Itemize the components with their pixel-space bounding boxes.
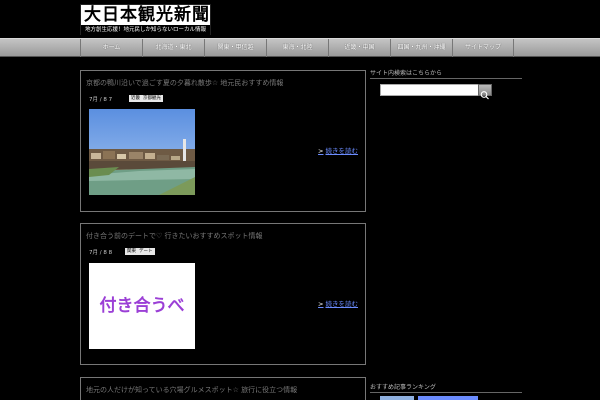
search-input[interactable] xyxy=(380,84,492,96)
sidebar-title: おすすめ記事ランキング xyxy=(370,382,522,393)
search-icon xyxy=(480,91,489,100)
read-more-link[interactable]: > 続きを読む xyxy=(318,145,358,155)
post-card: 付き合う前のデートで♡ 行きたいおすすめスポット情報 7月 / 8 8 関東 デ… xyxy=(80,223,366,365)
post-tag[interactable]: デート xyxy=(137,248,155,255)
post-title[interactable]: 地元の人だけが知っている穴場グルメスポット☆ 旅行に役立つ情報 xyxy=(86,385,297,395)
post-thumbnail[interactable] xyxy=(89,109,195,195)
post-tag[interactable]: 京都観光 xyxy=(141,95,163,102)
nav-item-shikoku-kyushu[interactable]: 四国・九州・沖縄 xyxy=(390,39,452,57)
logo-title: 大日本観光新聞 xyxy=(84,5,210,25)
sidebar: サイト内検索はこちらから xyxy=(370,68,522,96)
search-button[interactable] xyxy=(478,84,492,100)
post-card: 京都の鴨川沿いで過ごす夏の夕暮れ散歩☆ 地元民おすすめ情報 7月 / 8 7 近… xyxy=(80,70,366,212)
read-more-link[interactable]: > 続きを読む xyxy=(318,298,358,308)
sidebar-ranking: おすすめ記事ランキング xyxy=(370,382,522,400)
nav-item-sitemap[interactable]: サイトマップ xyxy=(452,39,514,57)
chevron-right-icon: > xyxy=(318,147,324,155)
nav-item-kinki[interactable]: 近畿・中国 xyxy=(328,39,390,57)
site-header: 大日本観光新聞 地方創生応援！地元民しか知らないローカル情報 xyxy=(0,0,600,38)
nav-item-kanto[interactable]: 関東・甲信越 xyxy=(204,39,266,57)
logo-subtitle: 地方創生応援！地元民しか知らないローカル情報 xyxy=(81,25,210,35)
thumbnail-text: 付き合うべ xyxy=(99,296,185,316)
ranking-item-title[interactable] xyxy=(418,396,478,400)
site-logo[interactable]: 大日本観光新聞 地方創生応援！地元民しか知らないローカル情報 xyxy=(80,4,211,35)
nav-item-tokai[interactable]: 東海・北陸 xyxy=(266,39,328,57)
post-title[interactable]: 京都の鴨川沿いで過ごす夏の夕暮れ散歩☆ 地元民おすすめ情報 xyxy=(86,78,283,88)
nav-item-hokkaido-tohoku[interactable]: 北海道・東北 xyxy=(142,39,204,57)
post-date: 7月 / 8 8 xyxy=(89,250,113,256)
post-date: 7月 / 8 7 xyxy=(89,97,113,103)
post-card: 地元の人だけが知っている穴場グルメスポット☆ 旅行に役立つ情報 xyxy=(80,377,366,400)
nav-item-home[interactable]: ホーム xyxy=(80,39,142,57)
post-title[interactable]: 付き合う前のデートで♡ 行きたいおすすめスポット情報 xyxy=(86,231,263,241)
sidebar-title: サイト内検索はこちらから xyxy=(370,68,522,79)
post-thumbnail[interactable]: 付き合うべ xyxy=(89,263,195,349)
main-nav: ホーム 北海道・東北 関東・甲信越 東海・北陸 近畿・中国 四国・九州・沖縄 サ… xyxy=(0,38,600,57)
ranking-thumbnail[interactable] xyxy=(380,396,414,400)
chevron-right-icon: > xyxy=(318,300,324,308)
